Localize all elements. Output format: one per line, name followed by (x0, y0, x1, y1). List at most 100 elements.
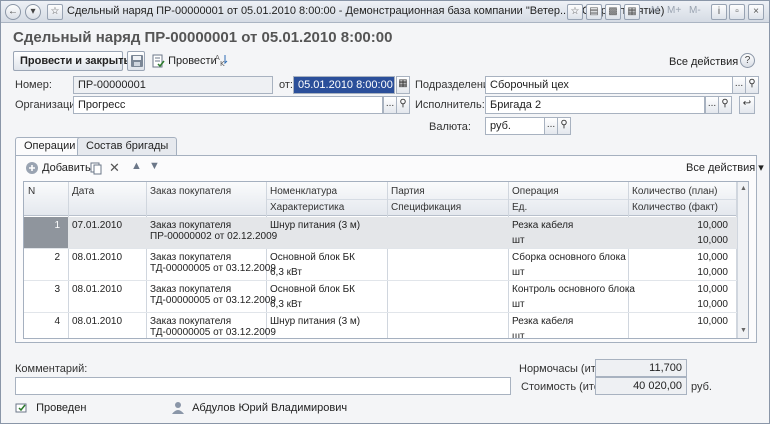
save-button[interactable] (127, 51, 145, 71)
department-search-icon[interactable]: ⚲ (745, 76, 759, 94)
currency-select-button[interactable]: ... (544, 117, 558, 135)
header-qty-plan[interactable]: Количество (план) (628, 186, 717, 197)
row-order-line2: ТД-00000005 от 03.12.2009 (150, 327, 276, 338)
sort-icon: AK (215, 54, 228, 67)
save-icon (131, 55, 143, 67)
title-bar: ← ▾ ☆ Сдельный наряд ПР-00000001 от 05.0… (1, 1, 769, 23)
star-icon[interactable]: ☆ (567, 4, 583, 20)
info-icon[interactable]: i (711, 4, 727, 20)
copy-icon[interactable]: ▩ (605, 4, 621, 20)
header-qty-fact[interactable]: Количество (факт) (628, 202, 718, 213)
m-button[interactable]: M (651, 5, 659, 16)
svg-text:K: K (220, 60, 225, 67)
add-icon (26, 162, 38, 174)
operations-table: N Дата Заказ покупателя Номенклатура Пар… (23, 181, 749, 339)
posted-icon (15, 403, 27, 413)
department-field[interactable]: Сборочный цех (485, 76, 733, 94)
table-dropdown-arrow-icon: ▾ (758, 162, 764, 174)
header-unit[interactable]: Ед. (508, 202, 527, 213)
organization-search-icon[interactable]: ⚲ (396, 96, 410, 114)
all-actions-menu[interactable]: Все действия ▾ (669, 55, 747, 68)
m-plus-button[interactable]: M+ (667, 5, 681, 16)
document-title: Сдельный наряд ПР-00000001 от 05.01.2010… (13, 29, 393, 46)
header-characteristic[interactable]: Характеристика (266, 202, 344, 213)
table-row[interactable]: 4 08.01.2010 Заказ покупателя ТД-0000000… (24, 313, 738, 339)
comment-field[interactable] (15, 377, 511, 395)
row-qty-plan: 10,000 (697, 316, 728, 327)
table-row[interactable]: 1 07.01.2010 Заказ покупателя ПР-0000000… (24, 217, 738, 248)
executor-search-icon[interactable]: ⚲ (718, 96, 732, 114)
executor-field[interactable]: Бригада 2 (485, 96, 705, 114)
department-select-button[interactable]: ... (732, 76, 746, 94)
move-up-icon[interactable]: ▲ (131, 160, 142, 172)
scroll-up-icon[interactable]: ▲ (739, 184, 748, 193)
row-nomenclature: Основной блок БК (270, 252, 355, 263)
header-specification[interactable]: Спецификация (387, 202, 461, 213)
row-date: 08.01.2010 (72, 316, 123, 327)
back-icon[interactable]: ← (5, 4, 21, 20)
row-operation: Сборка основного блока (512, 252, 626, 263)
tab-brigade[interactable]: Состав бригады (77, 137, 178, 155)
scroll-down-icon[interactable]: ▼ (739, 326, 748, 335)
all-actions-label: Все действия (669, 56, 739, 68)
row-qty-plan: 10,000 (697, 284, 728, 295)
row-unit: шт (512, 331, 525, 339)
currency-search-icon[interactable]: ⚲ (557, 117, 571, 135)
table-row[interactable]: 3 08.01.2010 Заказ покупателя ТД-0000000… (24, 281, 738, 312)
delete-row-icon[interactable]: ✕ (109, 160, 120, 176)
row-date: 07.01.2010 (72, 220, 123, 231)
header-n[interactable]: N (24, 186, 35, 197)
tab-operations[interactable]: Операции (15, 137, 85, 156)
author-name: Абдулов Юрий Владимирович (192, 401, 348, 414)
row-order-line2: ТД-00000005 от 03.12.2009 (150, 295, 276, 306)
help-button[interactable]: ? (740, 53, 755, 68)
date-label: от: (279, 79, 293, 91)
row-operation: Резка кабеля (512, 316, 574, 327)
calendar-icon[interactable]: ▦ (396, 76, 410, 94)
table-scrollbar[interactable]: ▲ ▼ (737, 182, 748, 338)
cost-unit: руб. (691, 381, 712, 393)
row-characteristic: 6,3 кВт (270, 267, 302, 278)
m-minus-button[interactable]: M- (689, 5, 701, 16)
header-date[interactable]: Дата (68, 186, 94, 197)
copy-row-icon (90, 162, 102, 175)
organization-field[interactable]: Прогресс (73, 96, 383, 114)
favorite-star-icon[interactable]: ☆ (47, 4, 63, 20)
date-field[interactable]: 05.01.2010 8:00:00 (293, 76, 395, 94)
header-batch[interactable]: Партия (387, 186, 425, 197)
move-down-icon[interactable]: ▼ (149, 160, 160, 172)
row-nomenclature: Основной блок БК (270, 284, 355, 295)
row-characteristic: 6,3 кВт (270, 299, 302, 310)
add-button[interactable]: Добавить (25, 161, 91, 175)
header-order[interactable]: Заказ покупателя (146, 186, 231, 197)
table-row[interactable]: 2 08.01.2010 Заказ покупателя ТД-0000000… (24, 249, 738, 280)
currency-field[interactable]: руб. (485, 117, 545, 135)
organization-select-button[interactable]: ... (383, 96, 397, 114)
open-executor-icon[interactable]: ↩ (739, 96, 755, 114)
document-window: ← ▾ ☆ Сдельный наряд ПР-00000001 от 05.0… (0, 0, 770, 424)
table-all-actions-menu[interactable]: Все действия ▾ (686, 161, 764, 174)
post-button[interactable]: Провести (151, 54, 217, 68)
post-and-close-button[interactable]: Провести и закрыть (13, 51, 130, 71)
menu-dropdown-icon[interactable]: ▾ (25, 4, 41, 20)
minimize-icon[interactable]: ▫ (729, 4, 745, 20)
post-label: Провести (168, 54, 217, 67)
row-order-line1: Заказ покупателя (150, 284, 232, 295)
sort-az-button[interactable]: AK (214, 53, 228, 67)
post-icon (152, 54, 165, 68)
executor-select-button[interactable]: ... (705, 96, 719, 114)
row-unit: шт (512, 267, 525, 278)
calculator-icon[interactable]: ▦ (624, 4, 640, 20)
row-qty-plan: 10,000 (697, 252, 728, 263)
copy-row-button[interactable] (89, 161, 103, 175)
row-order-line2: ПР-00000002 от 02.12.2009 (150, 231, 278, 242)
number-field[interactable]: ПР-00000001 (73, 76, 273, 94)
header-operation[interactable]: Операция (508, 186, 559, 197)
header-nomenclature[interactable]: Номенклатура (266, 186, 337, 197)
table-all-actions-label: Все действия (686, 162, 756, 174)
document-icon[interactable]: ▤ (586, 4, 602, 20)
row-date: 08.01.2010 (72, 252, 123, 263)
row-number: 1 (54, 220, 60, 231)
status-posted: Проведен (15, 401, 86, 415)
close-icon[interactable]: × (748, 4, 764, 20)
